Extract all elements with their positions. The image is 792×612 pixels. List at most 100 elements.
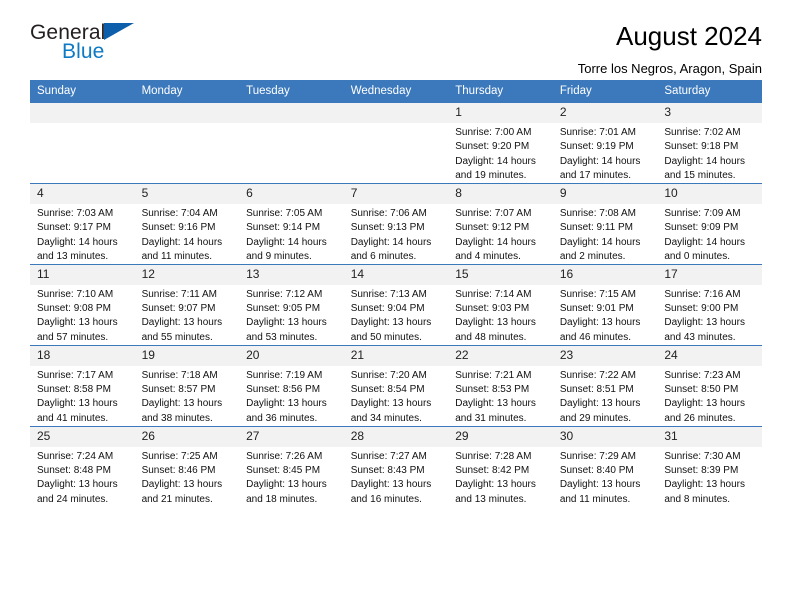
daylight-text-line1: Daylight: 13 hours (350, 317, 432, 329)
day-number: 29 (448, 426, 553, 447)
day-number: 18 (30, 345, 135, 366)
general-blue-logo[interactable]: General Blue (30, 22, 150, 68)
calendar-day-cell[interactable]: 3 Sunrise: 7:02 AM Sunset: 9:18 PM Daylight… (657, 102, 762, 184)
calendar-day-cell[interactable]: 17 Sunrise: 7:16 AM Sunset: 9:00 PM Dayligh… (657, 263, 762, 346)
sunrise-text: Sunrise: 7:23 AM (664, 370, 741, 381)
calendar-day-cell[interactable]: 4 Sunrise: 7:03 AM Sunset: 9:17 PM Daylight… (30, 182, 135, 265)
calendar-day-cell[interactable]: 14 Sunrise: 7:13 AM Sunset: 9:04 PM Dayligh… (343, 263, 449, 346)
weekday-header-tuesday: Tuesday (239, 80, 344, 103)
day-number: 5 (134, 183, 240, 205)
day-number: 10 (657, 183, 762, 205)
calendar-day-cell[interactable]: 18 Sunrise: 7:17 AM Sunset: 8:58 PM Dayligh… (30, 344, 135, 427)
day-number: 9 (552, 183, 658, 205)
daylight-text-line2: and 43 minutes. (664, 331, 736, 343)
sunset-text: Sunset: 9:01 PM (559, 303, 634, 315)
calendar-week-row: 4 Sunrise: 7:03 AM Sunset: 9:17 PM Daylight… (30, 182, 762, 265)
daylight-text-line1: Daylight: 13 hours (350, 479, 432, 491)
daylight-text-line1: Daylight: 13 hours (350, 398, 432, 410)
sunset-text: Sunset: 8:48 PM (37, 465, 111, 477)
weekday-header-wednesday: Wednesday (343, 80, 449, 103)
day-number: 24 (657, 345, 762, 366)
sunrise-text: Sunrise: 7:26 AM (246, 450, 323, 462)
weekday-header-sunday: Sunday (30, 80, 135, 103)
day-details: Sunrise: 7:04 AM Sunset: 9:16 PM Daylight:… (135, 204, 240, 264)
sunrise-text: Sunrise: 7:24 AM (37, 450, 114, 462)
calendar-day-cell[interactable]: 19 Sunrise: 7:18 AM Sunset: 8:57 PM Dayligh… (134, 344, 240, 427)
day-details: Sunrise: 7:19 AM Sunset: 8:56 PM Daylight:… (239, 366, 344, 426)
calendar-body: 1 Sunrise: 7:00 AM Sunset: 9:20 PM Daylight… (30, 102, 762, 507)
day-number: 28 (343, 426, 449, 447)
calendar-day-cell[interactable]: 28 Sunrise: 7:27 AM Sunset: 8:43 PM Dayligh… (343, 425, 449, 507)
daylight-text-line2: and 26 minutes. (664, 412, 736, 424)
sunset-text: Sunset: 9:05 PM (246, 303, 321, 315)
sunset-text: Sunset: 9:07 PM (141, 303, 216, 315)
calendar-day-cell[interactable]: 30 Sunrise: 7:29 AM Sunset: 8:40 PM Dayligh… (552, 425, 658, 507)
sunrise-text: Sunrise: 7:30 AM (664, 450, 741, 462)
calendar-day-cell[interactable]: 23 Sunrise: 7:22 AM Sunset: 8:51 PM Dayligh… (552, 344, 658, 427)
sunset-text: Sunset: 8:54 PM (350, 384, 425, 396)
daylight-text-line1: Daylight: 13 hours (37, 317, 118, 329)
calendar-day-cell[interactable]: 15 Sunrise: 7:14 AM Sunset: 9:03 PM Dayligh… (448, 263, 553, 346)
day-number: 2 (552, 103, 658, 124)
calendar-day-cell[interactable]: 29 Sunrise: 7:28 AM Sunset: 8:42 PM Dayligh… (448, 425, 553, 507)
calendar-day-cell[interactable]: 20 Sunrise: 7:19 AM Sunset: 8:56 PM Dayligh… (239, 344, 344, 427)
day-details: Sunrise: 7:09 AM Sunset: 9:09 PM Daylight:… (657, 204, 762, 264)
calendar-day-cell[interactable]: 21 Sunrise: 7:20 AM Sunset: 8:54 PM Dayligh… (343, 344, 449, 427)
calendar-day-cell[interactable]: 7 Sunrise: 7:06 AM Sunset: 9:13 PM Daylight… (343, 182, 449, 265)
sunrise-text: Sunrise: 7:07 AM (455, 208, 532, 220)
calendar-day-cell[interactable]: 8 Sunrise: 7:07 AM Sunset: 9:12 PM Daylight… (448, 182, 553, 265)
daylight-text-line2: and 9 minutes. (246, 250, 312, 262)
sunrise-text: Sunrise: 7:09 AM (664, 208, 741, 220)
daylight-text-line1: Daylight: 13 hours (246, 317, 327, 329)
calendar-day-cell[interactable]: 1 Sunrise: 7:00 AM Sunset: 9:20 PM Daylight… (448, 102, 553, 184)
calendar-empty-cell (30, 102, 135, 184)
daylight-text-line1: Daylight: 13 hours (141, 317, 223, 329)
sunrise-text: Sunrise: 7:25 AM (141, 450, 218, 462)
calendar-day-cell[interactable]: 2 Sunrise: 7:01 AM Sunset: 9:19 PM Daylight… (552, 102, 658, 184)
calendar-day-cell[interactable]: 12 Sunrise: 7:11 AM Sunset: 9:07 PM Dayligh… (134, 263, 240, 346)
calendar-day-cell[interactable]: 31 Sunrise: 7:30 AM Sunset: 8:39 PM Dayligh… (657, 425, 762, 507)
daylight-text-line2: and 41 minutes. (37, 412, 109, 424)
calendar-page: General Blue August 2024 Torre los Negro… (0, 0, 792, 612)
daylight-text-line2: and 8 minutes. (664, 493, 730, 505)
day-number: 15 (448, 264, 553, 286)
calendar-day-cell[interactable]: 5 Sunrise: 7:04 AM Sunset: 9:16 PM Daylight… (134, 182, 240, 265)
daylight-text-line1: Daylight: 13 hours (559, 398, 641, 410)
day-number: 31 (657, 426, 762, 447)
calendar-day-cell[interactable]: 25 Sunrise: 7:24 AM Sunset: 8:48 PM Dayligh… (30, 425, 135, 507)
sunrise-text: Sunrise: 7:16 AM (664, 289, 741, 301)
daylight-text-line2: and 13 minutes. (455, 493, 527, 505)
daylight-text-line2: and 18 minutes. (246, 493, 318, 505)
calendar-day-cell[interactable]: 11 Sunrise: 7:10 AM Sunset: 9:08 PM Dayligh… (30, 263, 135, 346)
daylight-text-line2: and 11 minutes. (559, 493, 631, 505)
sunset-text: Sunset: 8:42 PM (455, 465, 530, 477)
sunrise-text: Sunrise: 7:10 AM (37, 289, 114, 301)
daylight-text-line2: and 24 minutes. (37, 493, 109, 505)
sunrise-text: Sunrise: 7:11 AM (141, 289, 217, 301)
calendar-day-cell[interactable]: 6 Sunrise: 7:05 AM Sunset: 9:14 PM Daylight… (239, 182, 344, 265)
calendar-day-cell[interactable]: 27 Sunrise: 7:26 AM Sunset: 8:45 PM Dayligh… (239, 425, 344, 507)
day-number: 26 (134, 426, 240, 447)
daylight-text-line1: Daylight: 14 hours (246, 236, 327, 248)
calendar-day-cell[interactable]: 9 Sunrise: 7:08 AM Sunset: 9:11 PM Daylight… (552, 182, 658, 265)
sunset-text: Sunset: 8:57 PM (141, 384, 216, 396)
calendar-day-cell[interactable]: 16 Sunrise: 7:15 AM Sunset: 9:01 PM Dayligh… (552, 263, 658, 346)
calendar-day-cell[interactable]: 24 Sunrise: 7:23 AM Sunset: 8:50 PM Dayligh… (657, 344, 762, 427)
daylight-text-line2: and 31 minutes. (455, 412, 527, 424)
day-number: 6 (239, 183, 344, 205)
calendar-day-cell[interactable]: 22 Sunrise: 7:21 AM Sunset: 8:53 PM Dayligh… (448, 344, 553, 427)
day-details: Sunrise: 7:23 AM Sunset: 8:50 PM Daylight:… (657, 366, 762, 426)
page-header: General Blue August 2024 Torre los Negro… (30, 0, 762, 76)
day-number: 19 (134, 345, 240, 366)
daylight-text-line1: Daylight: 13 hours (37, 479, 118, 491)
daylight-text-line1: Daylight: 13 hours (664, 317, 745, 329)
day-details: Sunrise: 7:01 AM Sunset: 9:19 PM Daylight:… (553, 123, 658, 183)
daylight-text-line2: and 46 minutes. (559, 331, 631, 343)
daylight-text-line1: Daylight: 14 hours (664, 155, 745, 167)
calendar-week-row: 18 Sunrise: 7:17 AM Sunset: 8:58 PM Dayligh… (30, 344, 762, 427)
calendar-day-cell[interactable]: 26 Sunrise: 7:25 AM Sunset: 8:46 PM Dayligh… (134, 425, 240, 507)
day-details: Sunrise: 7:17 AM Sunset: 8:58 PM Daylight:… (30, 366, 135, 426)
calendar-day-cell[interactable]: 13 Sunrise: 7:12 AM Sunset: 9:05 PM Dayligh… (239, 263, 344, 346)
day-number (134, 103, 240, 123)
calendar-day-cell[interactable]: 10 Sunrise: 7:09 AM Sunset: 9:09 PM Dayligh… (657, 182, 762, 265)
